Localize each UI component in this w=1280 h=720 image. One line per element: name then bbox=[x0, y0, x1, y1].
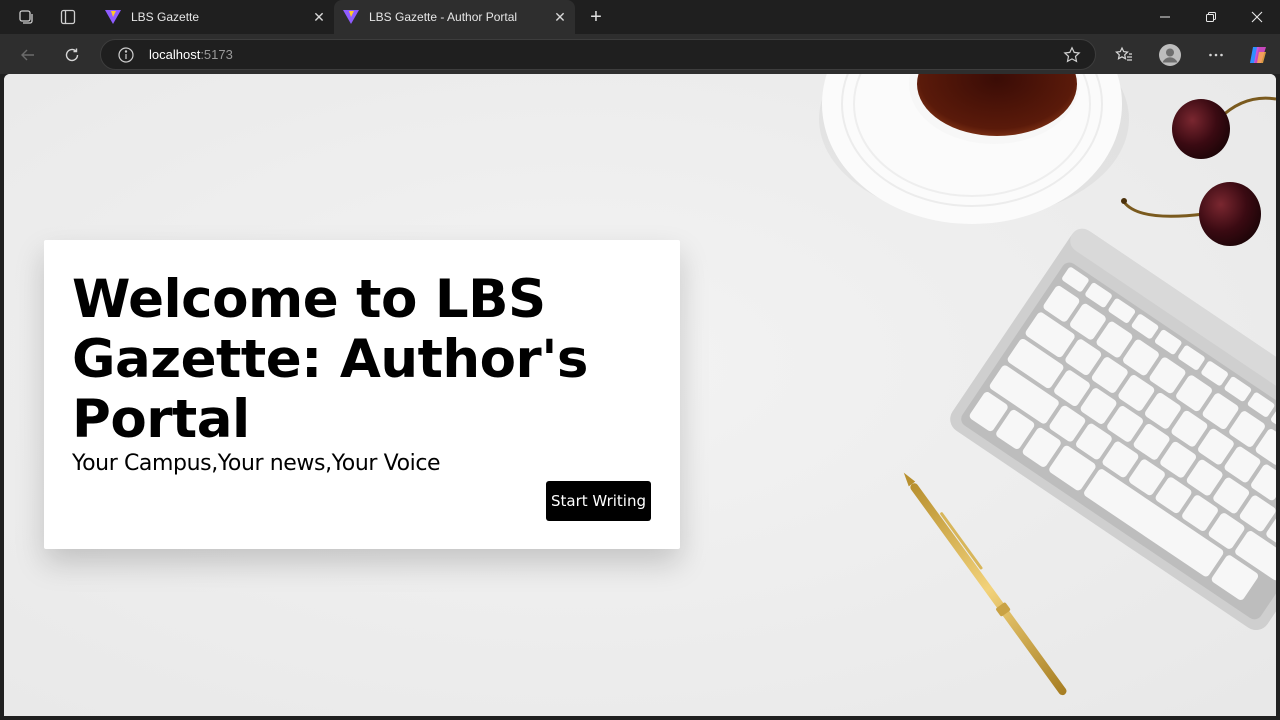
site-info-icon[interactable] bbox=[117, 46, 135, 64]
new-tab-icon[interactable]: + bbox=[583, 4, 609, 30]
favorite-star-icon[interactable] bbox=[1063, 46, 1081, 64]
start-writing-button[interactable]: Start Writing bbox=[546, 481, 651, 521]
refresh-icon[interactable] bbox=[58, 41, 86, 69]
favorites-icon[interactable] bbox=[1110, 41, 1138, 69]
profile-avatar-icon[interactable] bbox=[1156, 41, 1184, 69]
tab-actions-icon[interactable] bbox=[55, 4, 81, 30]
tab-strip: LBS Gazette ✕ LBS Gazette - Author Porta… bbox=[0, 0, 1280, 34]
close-icon[interactable]: ✕ bbox=[549, 6, 571, 28]
url-port: :5173 bbox=[200, 47, 233, 62]
workspaces-icon[interactable] bbox=[13, 4, 39, 30]
close-icon[interactable]: ✕ bbox=[308, 6, 330, 28]
browser-window: LBS Gazette ✕ LBS Gazette - Author Porta… bbox=[0, 0, 1280, 720]
tab-title: LBS Gazette - Author Portal bbox=[369, 10, 518, 24]
url-host: localhost bbox=[149, 47, 201, 62]
restore-icon[interactable] bbox=[1188, 0, 1234, 34]
minimize-icon[interactable] bbox=[1142, 0, 1188, 34]
vite-logo-icon bbox=[105, 10, 121, 24]
tab-author-portal[interactable]: LBS Gazette - Author Portal ✕ bbox=[334, 0, 575, 34]
page-tagline: Your Campus,Your news,Your Voice bbox=[72, 451, 441, 476]
tab-lbs-gazette[interactable]: LBS Gazette ✕ bbox=[96, 0, 334, 34]
welcome-card: Welcome to LBS Gazette: Author's Portal … bbox=[44, 240, 680, 549]
page-viewport: Welcome to LBS Gazette: Author's Portal … bbox=[4, 74, 1276, 716]
address-bar[interactable]: localhost:5173 bbox=[100, 39, 1096, 70]
vite-logo-icon bbox=[343, 10, 359, 24]
browser-toolbar: localhost:5173 bbox=[0, 34, 1280, 74]
tab-title: LBS Gazette bbox=[131, 10, 200, 24]
back-icon[interactable] bbox=[14, 41, 42, 69]
page-title: Welcome to LBS Gazette: Author's Portal bbox=[72, 269, 588, 450]
copilot-icon[interactable] bbox=[1244, 41, 1272, 69]
url-text[interactable]: localhost:5173 bbox=[149, 47, 233, 62]
close-window-icon[interactable] bbox=[1234, 0, 1280, 34]
more-options-icon[interactable] bbox=[1202, 41, 1230, 69]
